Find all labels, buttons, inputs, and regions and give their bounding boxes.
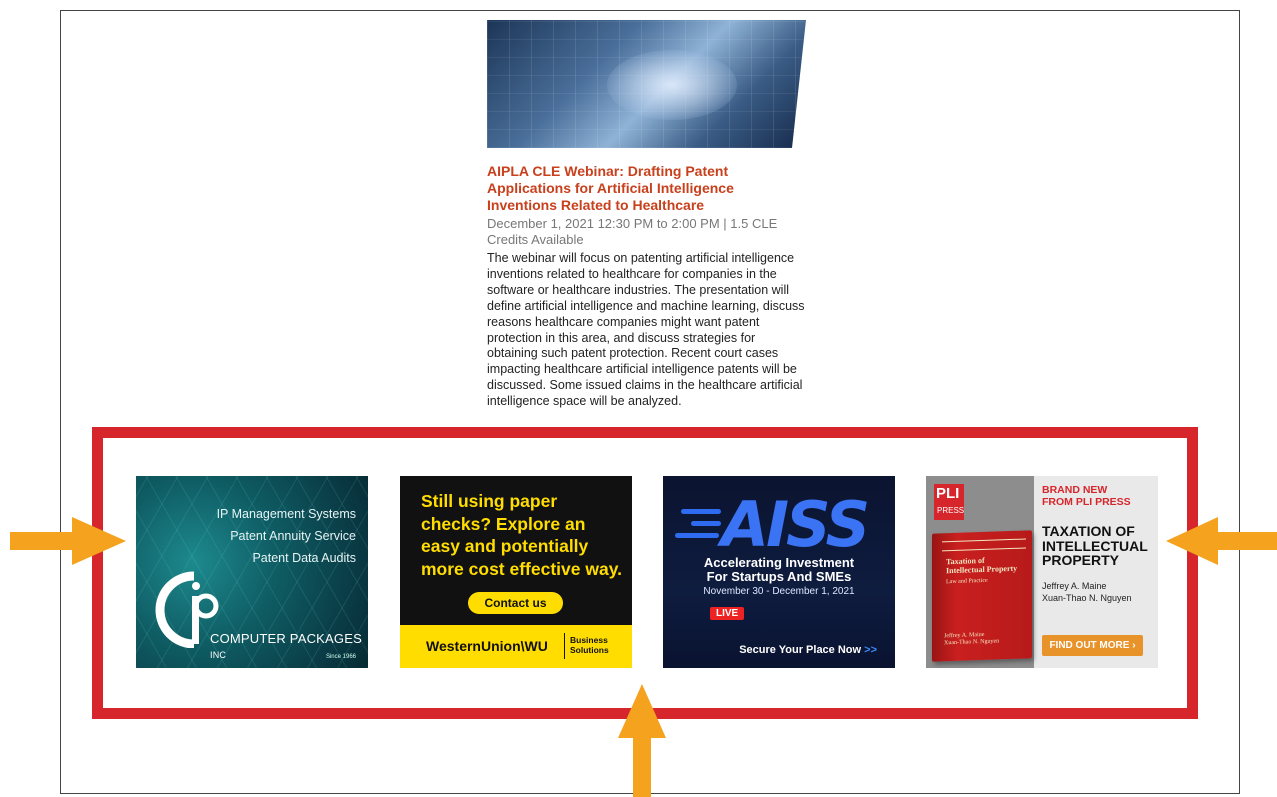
book-title-line: TAXATION OF bbox=[1042, 523, 1135, 539]
speed-line bbox=[675, 533, 719, 538]
speed-line bbox=[681, 509, 721, 514]
ad-service-line: Patent Data Audits bbox=[252, 551, 356, 565]
event-hero-image[interactable] bbox=[487, 20, 806, 148]
ad-aiss[interactable]: AISS Accelerating Investment For Startup… bbox=[663, 476, 895, 668]
book-author: Xuan-Thao N. Nguyen bbox=[944, 638, 1000, 647]
brand-new-line: BRAND NEW bbox=[1042, 484, 1108, 496]
book-title: TAXATION OF INTELLECTUAL PROPERTY bbox=[1042, 524, 1148, 568]
divider bbox=[564, 633, 565, 659]
press-logo-text: PRESS bbox=[937, 506, 965, 515]
book-subtitle: Law and Practice bbox=[946, 577, 988, 586]
brand-suffix: INC bbox=[210, 650, 227, 660]
business-solutions-label: Business Solutions bbox=[570, 635, 609, 655]
book-cover-rule bbox=[942, 538, 1026, 552]
aiss-logo: AISS bbox=[721, 488, 870, 561]
ad-pli-press[interactable]: PLI PRESS Taxation of Intellectual Prope… bbox=[926, 476, 1158, 668]
book-title-line: Intellectual Property bbox=[946, 563, 1018, 576]
event-description: The webinar will focus on patenting arti… bbox=[487, 251, 805, 409]
live-badge: LIVE bbox=[710, 607, 745, 620]
tagline-line2: For Startups And SMEs bbox=[706, 569, 852, 584]
event-date-credits: December 1, 2021 12:30 PM to 2:00 PM | 1… bbox=[487, 216, 778, 247]
book-cover-authors: Jeffrey A. Maine Xuan-Thao N. Nguyen bbox=[944, 631, 999, 647]
speed-line bbox=[691, 521, 721, 526]
book-title-line: PROPERTY bbox=[1042, 552, 1120, 568]
tagline-line1: Accelerating Investment bbox=[703, 555, 855, 570]
book-title-line: INTELLECTUAL bbox=[1042, 537, 1148, 554]
book-cover: Taxation of Intellectual Property Law an… bbox=[932, 530, 1032, 662]
ad-service-line: Patent Annuity Service bbox=[230, 529, 356, 543]
ad-western-union[interactable]: Still using paper checks? Explore an eas… bbox=[400, 476, 632, 668]
brand-name: COMPUTER PACKAGES bbox=[210, 631, 362, 646]
event-title-link[interactable]: AIPLA CLE Webinar: Drafting Patent Appli… bbox=[487, 163, 807, 214]
book-authors: Jeffrey A. Maine Xuan-Thao N. Nguyen bbox=[1042, 580, 1132, 604]
ad-since: Since 1966 bbox=[325, 654, 356, 660]
ad-service-line: IP Management Systems bbox=[216, 507, 356, 521]
ad-dates: November 30 - December 1, 2021 bbox=[703, 586, 855, 597]
solutions-label: Solutions bbox=[570, 645, 609, 655]
find-out-more-button[interactable]: FIND OUT MORE › bbox=[1042, 635, 1143, 656]
hero-corner-cut bbox=[792, 20, 806, 148]
author-name: Jeffrey A. Maine bbox=[1042, 581, 1107, 591]
pli-logo-text: PLI bbox=[936, 485, 960, 502]
author-name: Xuan-Thao N. Nguyen bbox=[1042, 593, 1132, 603]
ad-computer-packages[interactable]: IP Management Systems Patent Annuity Ser… bbox=[136, 476, 368, 668]
brand-new-label: BRAND NEW FROM PLI PRESS bbox=[1042, 484, 1131, 508]
ad-headline: Still using paper checks? Explore an eas… bbox=[421, 491, 623, 579]
ad-tagline: Accelerating Investment For Startups And… bbox=[663, 556, 895, 584]
arrow-right-icon bbox=[10, 517, 126, 565]
pli-press-logo: PLI PRESS bbox=[934, 484, 964, 520]
arrow-up-icon bbox=[618, 684, 666, 797]
secure-place-link[interactable]: Secure Your Place Now >> bbox=[739, 644, 877, 656]
business-label: Business bbox=[570, 635, 608, 645]
secure-place-text: Secure Your Place Now bbox=[739, 644, 862, 656]
book-cover-title: Taxation of Intellectual Property Law an… bbox=[946, 555, 1017, 587]
western-union-logo: WesternUnion\WU bbox=[426, 638, 548, 654]
ad-footer: WesternUnion\WU Business Solutions bbox=[400, 625, 632, 668]
hero-glow bbox=[607, 50, 737, 120]
double-chevron-icon: >> bbox=[864, 644, 877, 656]
contact-us-button[interactable]: Contact us bbox=[468, 592, 563, 614]
arrow-left-icon bbox=[1166, 517, 1277, 565]
brand-new-line: FROM PLI PRESS bbox=[1042, 496, 1131, 508]
